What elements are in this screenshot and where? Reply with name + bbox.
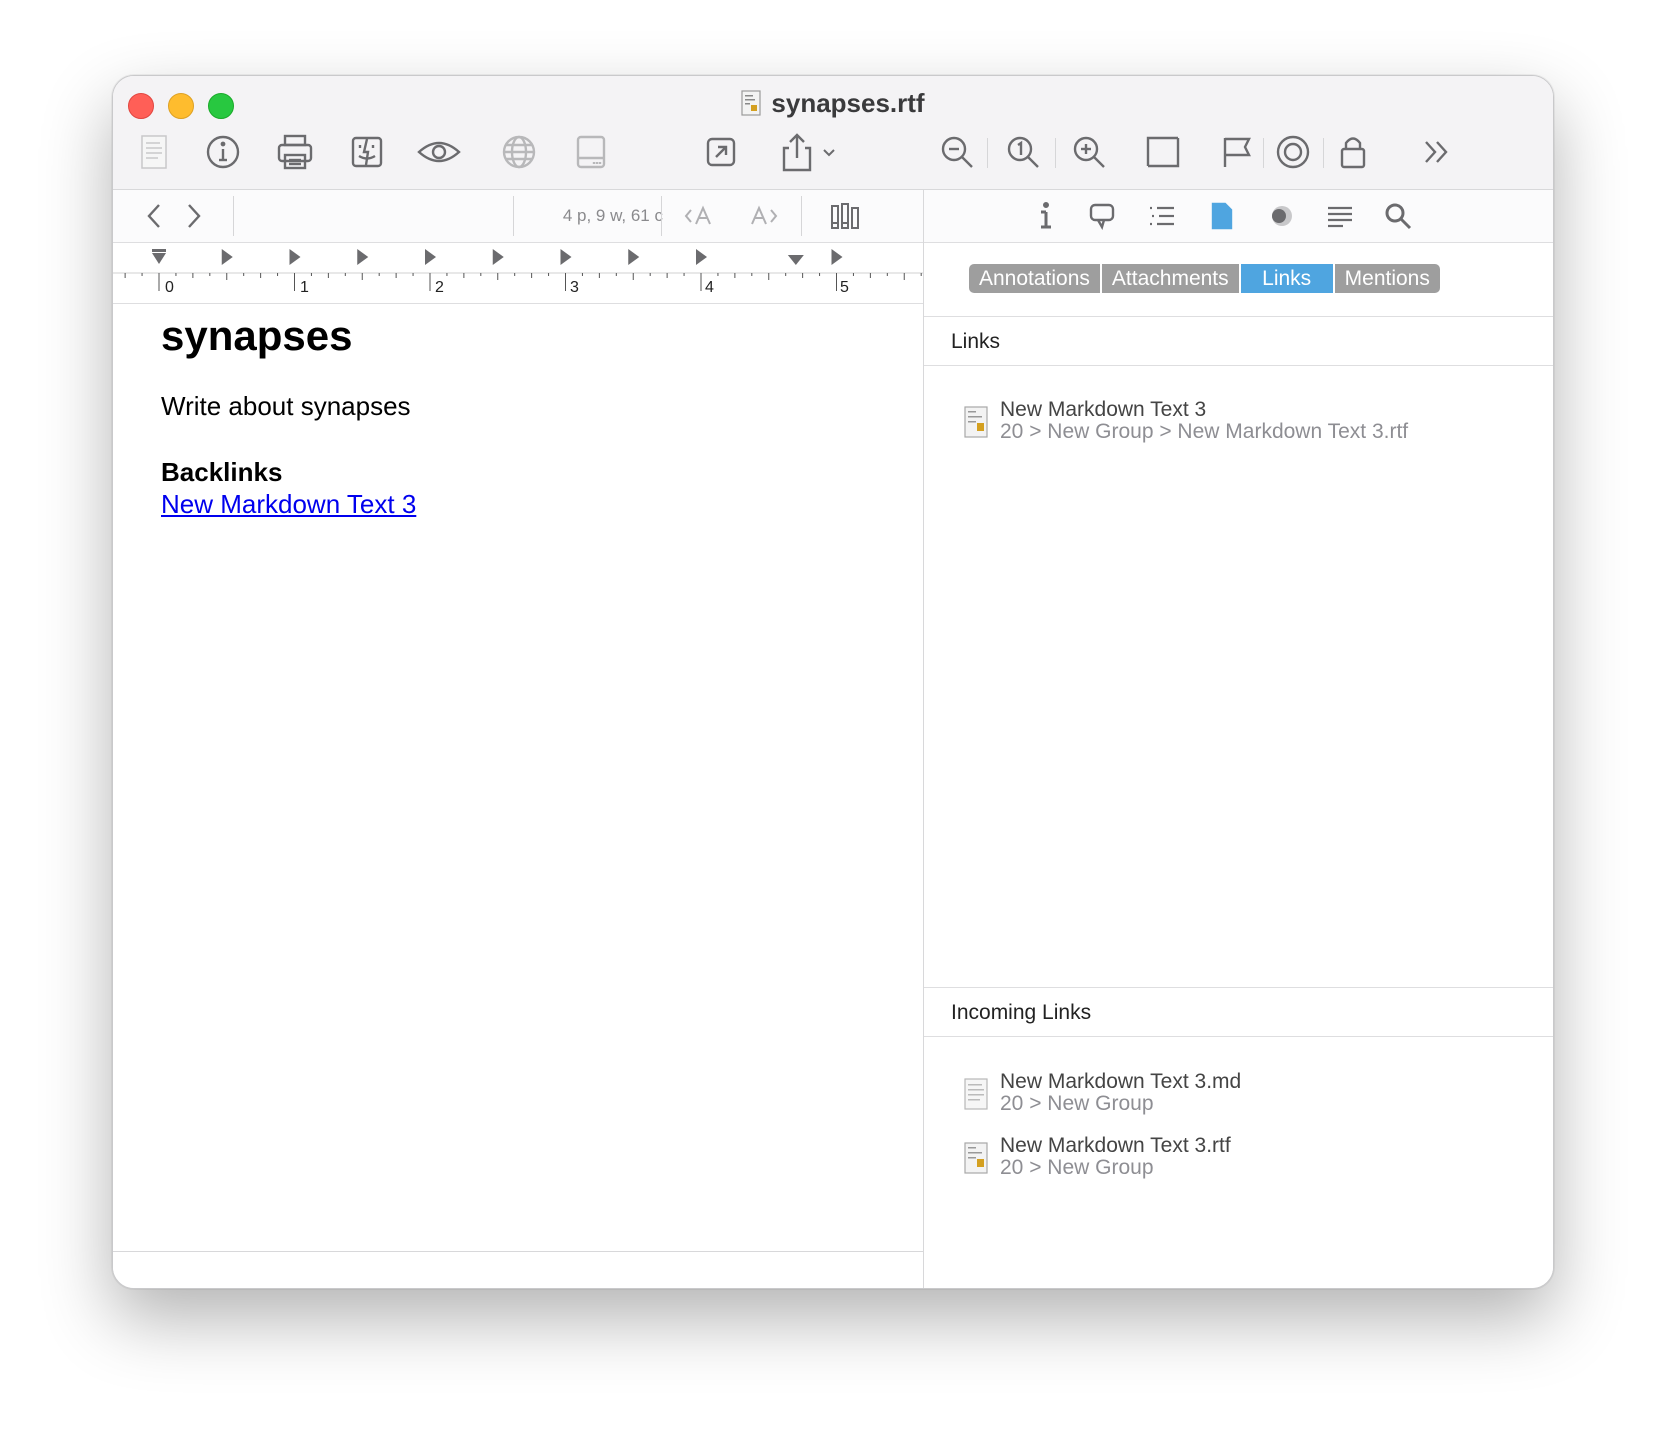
document-heading: synapses	[161, 312, 353, 359]
right-margin-marker	[787, 255, 804, 265]
toolbar-separator	[1055, 138, 1056, 168]
document-inspector-icon[interactable]	[1204, 200, 1240, 232]
actual-size-icon[interactable]	[1003, 131, 1043, 173]
format-tools-icon[interactable]	[827, 200, 863, 232]
flag-icon[interactable]	[1219, 131, 1255, 173]
open-external-icon[interactable]	[703, 131, 739, 173]
backlink-link[interactable]: New Markdown Text 3	[161, 488, 416, 520]
toolbar-separator	[987, 138, 988, 168]
tab-stop	[357, 249, 369, 265]
fit-icon[interactable]	[1143, 131, 1183, 173]
window-title: synapses.rtf	[113, 88, 1553, 123]
ruler-label: 0	[165, 279, 174, 296]
increase-font-size-icon[interactable]	[743, 200, 779, 232]
finder-icon[interactable]	[347, 131, 387, 173]
globe-icon[interactable]	[499, 131, 539, 173]
navbar-separator	[801, 196, 802, 236]
ruler[interactable]: 0 1 2 3 4 5	[113, 243, 923, 304]
navbar-separator	[233, 196, 234, 236]
annotation-inspector-icon[interactable]	[1084, 200, 1120, 232]
ruler-label: 5	[840, 279, 849, 296]
info-icon[interactable]	[203, 131, 243, 173]
window-title-text: synapses.rtf	[771, 88, 925, 118]
link-item-title: New Markdown Text 3	[1000, 398, 1207, 421]
print-icon[interactable]	[273, 131, 317, 173]
link-item-path: 20 > New Group > New Markdown Text 3.rtf	[1000, 420, 1409, 443]
incoming-link-title: New Markdown Text 3.rtf	[1000, 1134, 1231, 1157]
tab-attachments[interactable]: Attachments	[1101, 264, 1239, 293]
ruler-label: 4	[705, 279, 714, 296]
links-section-header: Links	[924, 316, 1553, 366]
backlinks-heading: Backlinks	[161, 457, 283, 487]
editor-bottom-divider	[113, 1251, 923, 1252]
toc-inspector-icon[interactable]	[1144, 200, 1180, 232]
forward-button[interactable]	[179, 200, 209, 232]
tab-links[interactable]: Links	[1240, 264, 1333, 293]
info-inspector-icon[interactable]	[1028, 200, 1064, 232]
properties-inspector-icon[interactable]	[1322, 200, 1358, 232]
rtf-document-icon	[964, 406, 988, 443]
lock-icon[interactable]	[1335, 131, 1371, 173]
zoom-in-icon[interactable]	[1069, 131, 1109, 173]
document-paragraph: Write about synapses	[161, 391, 411, 421]
rtf-document-icon	[741, 90, 762, 123]
inspector-toolbar	[924, 190, 1553, 243]
document-window: synapses.rtf 4 p, 9 w, 61 c 0 1 2 3 4 5 …	[112, 75, 1554, 1289]
inspector-pane: Annotations Attachments Links Mentions L…	[924, 190, 1553, 1288]
concordance-inspector-icon[interactable]	[1264, 200, 1300, 232]
tab-stop	[696, 249, 707, 265]
ruler-label: 2	[435, 279, 444, 296]
tab-stop	[628, 249, 640, 265]
share-icon[interactable]	[777, 131, 847, 173]
document-body[interactable]: synapses Write about synapses Backlinks …	[161, 310, 861, 520]
document-stats: 4 p, 9 w, 61 c	[562, 206, 663, 225]
tab-stop	[221, 249, 233, 265]
decrease-font-size-icon[interactable]	[683, 200, 719, 232]
tab-stop	[492, 249, 504, 265]
incoming-link-title: New Markdown Text 3.md	[1000, 1070, 1242, 1093]
inspector-tab-bar: Annotations Attachments Links Mentions	[969, 264, 1440, 293]
incoming-link-item[interactable]: New Markdown Text 3.rtf 20 > New Group	[964, 1134, 1524, 1182]
link-item[interactable]: New Markdown Text 3 20 > New Group > New…	[964, 398, 1524, 446]
incoming-link-path: 20 > New Group	[1000, 1092, 1154, 1115]
navbar-separator	[661, 196, 662, 236]
back-button[interactable]	[139, 200, 169, 232]
editor-pane: 4 p, 9 w, 61 c 0 1 2 3 4 5 synapses Writ	[113, 190, 924, 1288]
toolbar-separator	[1263, 138, 1264, 168]
document-icon[interactable]	[137, 131, 171, 173]
indent-marker	[152, 249, 166, 264]
ruler-graphic	[113, 249, 923, 291]
titlebar: synapses.rtf	[113, 76, 1553, 190]
more-icon[interactable]	[1419, 131, 1455, 173]
ruler-label: 3	[570, 279, 579, 296]
tab-mentions[interactable]: Mentions	[1334, 264, 1440, 293]
navbar-separator	[513, 196, 514, 236]
ruler-label: 1	[300, 279, 309, 296]
toolbar-separator	[1323, 138, 1324, 168]
incoming-link-path: 20 > New Group	[1000, 1156, 1154, 1179]
markdown-document-icon	[964, 1078, 988, 1115]
editor-navbar: 4 p, 9 w, 61 c	[113, 190, 923, 243]
incoming-link-item[interactable]: New Markdown Text 3.md 20 > New Group	[964, 1070, 1524, 1118]
incoming-links-section-header: Incoming Links	[924, 987, 1553, 1037]
target-icon[interactable]	[1273, 131, 1313, 173]
tab-stop	[560, 249, 572, 265]
search-inspector-icon[interactable]	[1380, 200, 1416, 232]
tab-stop	[425, 249, 436, 265]
tab-stop	[289, 249, 301, 265]
zoom-out-icon[interactable]	[937, 131, 977, 173]
eye-icon[interactable]	[415, 131, 463, 173]
storage-icon[interactable]	[573, 131, 609, 173]
rtf-document-icon	[964, 1142, 988, 1179]
tab-stop	[831, 249, 843, 265]
tab-annotations[interactable]: Annotations	[969, 264, 1100, 293]
